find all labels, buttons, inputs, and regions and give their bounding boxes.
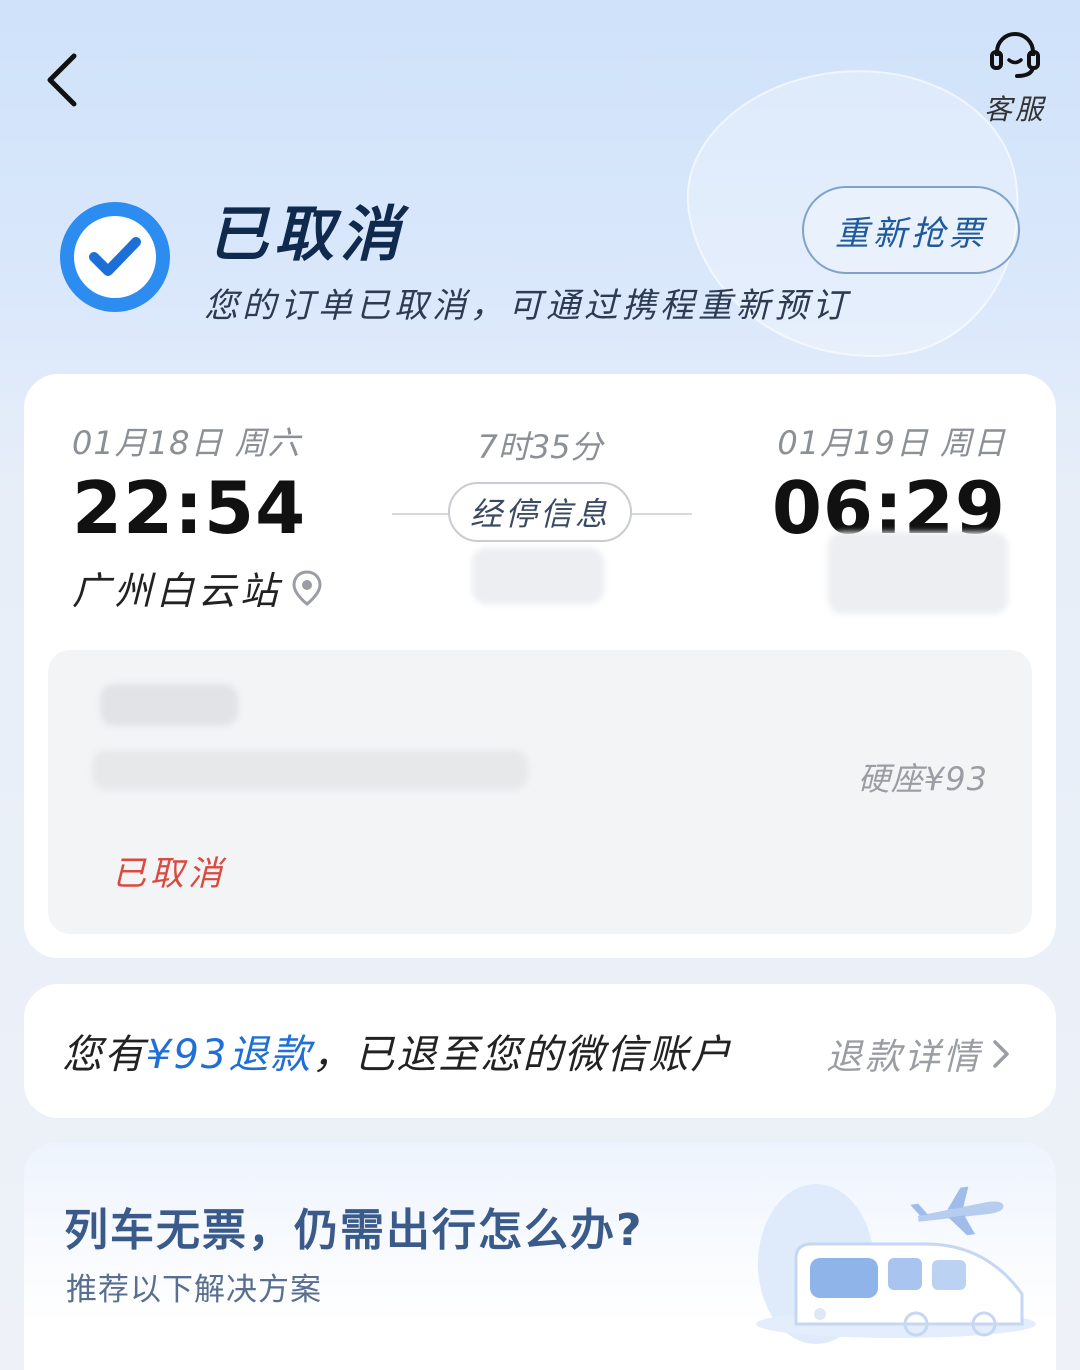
- departure-station-name: 广州白云站: [72, 569, 283, 613]
- refund-message: 您有¥93退款，已退至您的微信账户: [62, 1022, 732, 1080]
- back-button[interactable]: [30, 44, 94, 116]
- refund-detail-link[interactable]: 退款详情: [826, 1028, 1014, 1080]
- train-plane-illustration: [756, 1184, 1036, 1344]
- customer-service-label: 客服: [983, 93, 1046, 126]
- order-status-description: 您的订单已取消，可通过携程重新预订: [204, 286, 850, 326]
- refund-amount: ¥93退款: [146, 1032, 313, 1078]
- trip-card: 01月18日 周六 7时35分 01月19日 周日 22:54 经停信息 06:…: [24, 374, 1056, 958]
- headset-icon: [990, 32, 1040, 78]
- ticket-status: 已取消: [112, 854, 226, 894]
- recommendation-title: 列车无票，仍需出行怎么办?: [64, 1205, 644, 1256]
- location-pin-icon[interactable]: [290, 569, 324, 607]
- departure-station[interactable]: 广州白云站: [72, 560, 324, 615]
- departure-time: 22:54: [72, 466, 307, 550]
- order-status-title: 已取消: [208, 200, 406, 270]
- passenger-name-redacted: [100, 684, 238, 726]
- rebook-button[interactable]: 重新抢票: [802, 186, 1020, 274]
- refund-suffix: ，已退至您的微信账户: [312, 1032, 733, 1078]
- train-number-redacted: [472, 548, 604, 604]
- arrival-date: 01月19日 周日: [777, 424, 1006, 462]
- customer-service-button[interactable]: 客服: [970, 28, 1060, 138]
- refund-card: 您有¥93退款，已退至您的微信账户 退款详情: [24, 984, 1056, 1118]
- stop-info-button[interactable]: 经停信息: [448, 482, 632, 542]
- checkmark-icon: [60, 202, 170, 312]
- chevron-right-icon: [993, 1040, 1009, 1068]
- arrival-station-redacted: [828, 532, 1008, 614]
- recommendation-subtitle: 推荐以下解决方案: [66, 1272, 322, 1308]
- chevron-left-icon: [47, 53, 77, 107]
- seat-price: 硬座¥93: [857, 760, 988, 798]
- passenger-id-redacted: [92, 750, 528, 790]
- recommendation-card[interactable]: 列车无票，仍需出行怎么办? 推荐以下解决方案: [24, 1142, 1056, 1370]
- order-detail-page: 客服 已取消 您的订单已取消，可通过携程重新预订 重新抢票 01月18日 周六 …: [0, 0, 1080, 1370]
- refund-detail-label: 退款详情: [825, 1037, 982, 1078]
- passenger-ticket-box: 硬座¥93 已取消: [48, 650, 1032, 934]
- refund-prefix: 您有: [62, 1032, 146, 1078]
